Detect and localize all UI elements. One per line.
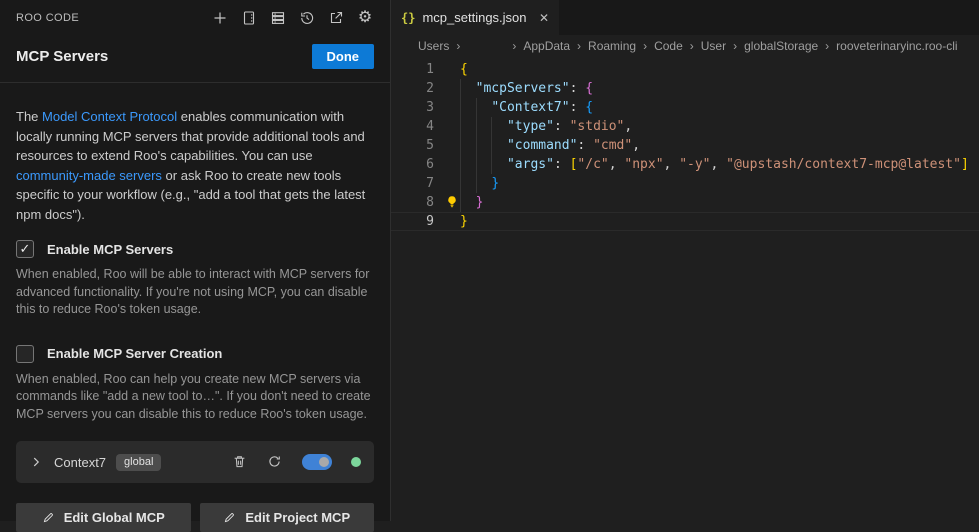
code-line-active: 9 } (391, 212, 979, 231)
enable-mcp-server-creation-checkbox[interactable] (16, 345, 34, 363)
breadcrumb-item[interactable]: rooveterinaryinc.roo-cli (836, 39, 957, 53)
indent-guide (476, 98, 477, 193)
breadcrumb-separator: › (825, 39, 829, 53)
server-scope-badge: global (116, 454, 161, 471)
code-line: 6 "args": ["/c", "npx", "-y", "@upstash/… (391, 155, 979, 174)
enable-mcp-servers-label: Enable MCP Servers (47, 242, 173, 257)
code-action-lightbulb-icon[interactable] (445, 195, 459, 209)
intro-paragraph: The Model Context Protocol enables commu… (16, 107, 374, 224)
enable-mcp-server-creation-setting: Enable MCP Server Creation When enabled,… (16, 345, 374, 424)
breadcrumb-separator: › (643, 39, 647, 53)
breadcrumb-item[interactable]: Users (418, 39, 449, 53)
new-task-plus-icon[interactable] (211, 9, 229, 27)
enable-mcp-servers-setting: ✓ Enable MCP Servers When enabled, Roo w… (16, 240, 374, 319)
server-row-context7: Context7 global (16, 441, 374, 483)
restart-server-refresh-icon[interactable] (267, 454, 283, 470)
header-divider (0, 82, 390, 83)
indent-guide (460, 79, 461, 212)
code-line: 2 "mcpServers": { (391, 79, 979, 98)
edit-project-mcp-button[interactable]: Edit Project MCP (200, 503, 375, 532)
tab-mcp-settings-json[interactable]: {} mcp_settings.json ✕ (391, 0, 559, 35)
server-enabled-toggle[interactable] (302, 454, 332, 470)
enable-mcp-server-creation-description: When enabled, Roo can help you create ne… (16, 371, 374, 424)
breadcrumb: Users › › AppData › Roaming › Code › Use… (391, 35, 979, 57)
line-number: 3 (391, 98, 434, 117)
enable-mcp-server-creation-label: Enable MCP Server Creation (47, 346, 222, 361)
enable-mcp-servers-checkbox[interactable]: ✓ (16, 240, 34, 258)
history-icon[interactable] (298, 9, 316, 27)
prompts-notepad-icon[interactable] (240, 9, 258, 27)
line-number: 2 (391, 79, 434, 98)
line-number: 5 (391, 136, 434, 155)
panel-brand: ROO CODE (16, 12, 79, 24)
model-context-protocol-link[interactable]: Model Context Protocol (42, 109, 177, 124)
breadcrumb-separator: › (512, 39, 516, 53)
breadcrumb-item[interactable]: globalStorage (744, 39, 818, 53)
roo-code-panel: ROO CODE ⚙ MCP S (0, 0, 391, 521)
editor-tabbar: {} mcp_settings.json ✕ (391, 0, 979, 35)
line-number: 6 (391, 155, 434, 174)
community-made-servers-link[interactable]: community-made servers (16, 168, 162, 183)
settings-gear-icon[interactable]: ⚙ (356, 9, 374, 27)
breadcrumb-item[interactable]: User (701, 39, 726, 53)
edit-global-mcp-button[interactable]: Edit Global MCP (16, 503, 191, 532)
breadcrumb-separator: › (456, 39, 460, 53)
code-line: 8 } (391, 193, 979, 212)
pencil-icon (223, 511, 236, 524)
code-line: 3 "Context7": { (391, 98, 979, 117)
breadcrumb-separator: › (733, 39, 737, 53)
chevron-right-icon[interactable] (29, 455, 43, 469)
code-line: 1 { (391, 60, 979, 79)
panel-toolbar: ⚙ (211, 9, 374, 27)
json-file-icon: {} (401, 11, 415, 25)
open-in-editor-icon[interactable] (327, 9, 345, 27)
tab-close-icon[interactable]: ✕ (539, 11, 549, 25)
code-view: 1 { 2 "mcpServers": { 3 "Context7": { 4 … (391, 57, 979, 231)
pencil-icon (42, 511, 55, 524)
tab-filename: mcp_settings.json (422, 10, 526, 25)
code-line: 5 "command": "cmd", (391, 136, 979, 155)
server-name: Context7 (54, 455, 106, 470)
vscode-window: ROO CODE ⚙ MCP S (0, 0, 979, 521)
line-number: 7 (391, 174, 434, 193)
breadcrumb-item[interactable]: Code (654, 39, 683, 53)
editor-area: {} mcp_settings.json ✕ Users › › AppData… (391, 0, 979, 521)
line-number: 4 (391, 117, 434, 136)
enable-mcp-servers-description: When enabled, Roo will be able to intera… (16, 266, 374, 319)
panel-topbar: ROO CODE ⚙ (16, 3, 374, 33)
line-number: 1 (391, 60, 434, 79)
panel-header: MCP Servers Done (16, 44, 374, 69)
done-button[interactable]: Done (312, 44, 375, 69)
breadcrumb-separator: › (577, 39, 581, 53)
page-title: MCP Servers (16, 48, 108, 65)
code-line: 7 } (391, 174, 979, 193)
edit-project-mcp-label: Edit Project MCP (245, 510, 350, 525)
code-line: 4 "type": "stdio", (391, 117, 979, 136)
line-number: 9 (391, 212, 434, 231)
server-status-dot (351, 457, 361, 467)
breadcrumb-separator: › (690, 39, 694, 53)
line-number: 8 (391, 193, 434, 212)
delete-server-trash-icon[interactable] (232, 454, 248, 470)
breadcrumb-item[interactable]: Roaming (588, 39, 636, 53)
mcp-edit-actions: Edit Global MCP Edit Project MCP (16, 503, 374, 532)
toggle-knob (319, 457, 329, 467)
intro-text: The (16, 109, 42, 124)
edit-global-mcp-label: Edit Global MCP (64, 510, 165, 525)
indent-guide (491, 117, 492, 174)
breadcrumb-item[interactable]: AppData (523, 39, 570, 53)
mcp-servers-stack-icon[interactable] (269, 9, 287, 27)
